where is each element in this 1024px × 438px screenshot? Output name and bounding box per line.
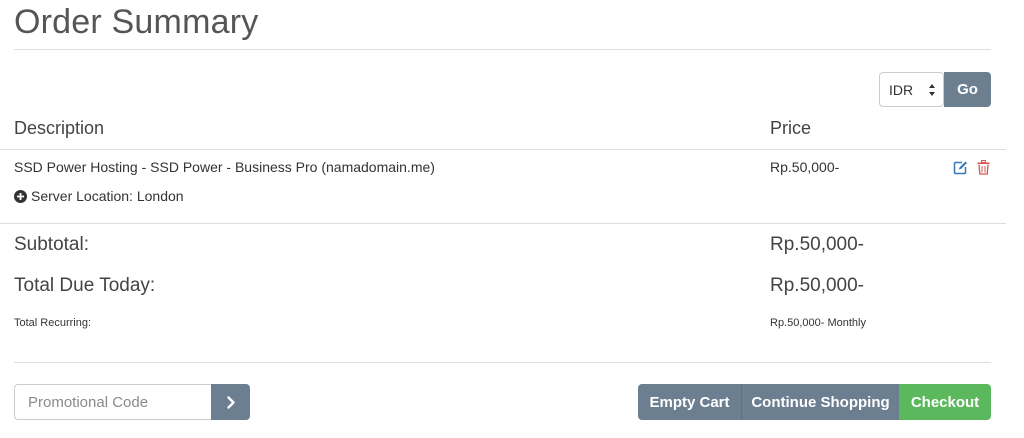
summary-divider	[14, 362, 991, 363]
title-divider	[14, 49, 991, 50]
select-arrows-icon	[929, 84, 935, 96]
header-divider	[0, 149, 1006, 150]
total-recurring-value: Rp.50,000- Monthly	[770, 317, 866, 329]
cart-item-name: SSD Power Hosting - SSD Power - Business…	[14, 159, 435, 175]
promo-submit-button[interactable]	[211, 384, 250, 420]
total-due-label: Total Due Today:	[14, 275, 156, 296]
subtotal-label: Subtotal:	[14, 234, 89, 255]
promo-code-group	[14, 384, 250, 420]
trash-icon[interactable]	[977, 160, 990, 175]
items-divider	[0, 223, 1006, 224]
currency-select[interactable]: IDR	[879, 72, 944, 107]
checkout-button[interactable]: Checkout	[899, 384, 991, 420]
currency-go-button[interactable]: Go	[944, 72, 991, 107]
column-header-description: Description	[14, 118, 105, 138]
currency-selected-value: IDR	[889, 81, 914, 98]
cart-item-config-text: Server Location: London	[31, 188, 184, 204]
continue-shopping-button[interactable]: Continue Shopping	[742, 384, 899, 420]
total-due-value: Rp.50,000-	[770, 275, 865, 296]
cart-item-price: Rp.50,000-	[770, 159, 840, 175]
subtotal-value: Rp.50,000-	[770, 234, 865, 255]
page-title: Order Summary	[14, 3, 259, 41]
promo-code-input[interactable]	[14, 384, 212, 420]
total-recurring-label: Total Recurring:	[14, 317, 92, 329]
plus-circle-icon	[14, 189, 27, 203]
column-header-price: Price	[770, 118, 812, 138]
edit-icon[interactable]	[953, 160, 968, 175]
empty-cart-button[interactable]: Empty Cart	[638, 384, 742, 420]
chevron-right-icon	[226, 395, 235, 409]
cart-item-config-toggle[interactable]: Server Location: London	[14, 188, 184, 204]
